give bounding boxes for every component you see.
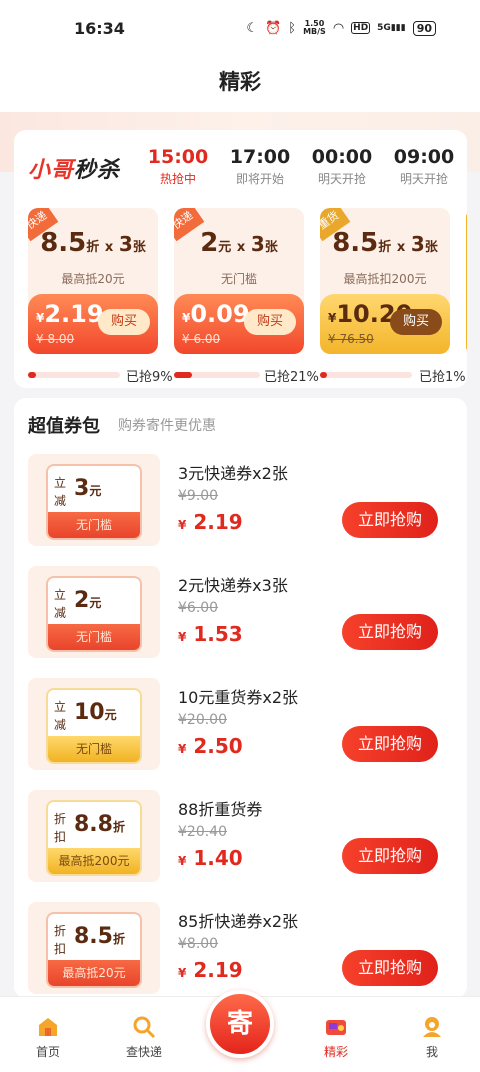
nav-featured[interactable]: 精彩 <box>296 1015 376 1060</box>
nav-me[interactable]: 我 <box>392 1015 472 1060</box>
card-offer: 8.5折 x 3张 <box>332 228 438 258</box>
battery-indicator: 90 <box>412 20 436 36</box>
card-old-price: ¥ 76.50 <box>328 332 374 346</box>
flash-sale-logo: 小哥秒杀 <box>28 158 121 183</box>
time-slot-3[interactable]: 00:00 明天开抢 <box>302 146 382 187</box>
coupon-name: 85折快递券x2张 <box>178 912 299 931</box>
card-limit: 无门槛 <box>220 272 257 286</box>
card-offer: 8.5折 x 3张 <box>40 228 146 258</box>
progress-bar-3 <box>320 372 412 378</box>
list-item: 立减 3元 无门槛 3元快递券x2张 ¥9.00 ¥ 2.19 立即抢购 <box>14 454 467 554</box>
list-item: 折扣 8.5折 最高抵20元 85折快递券x2张 ¥8.00 ¥ 2.19 立即… <box>14 902 467 998</box>
send-button[interactable]: 寄 <box>206 990 274 1058</box>
card-price: ¥2.19 <box>36 300 104 328</box>
progress-bar-2 <box>174 372 260 378</box>
coupon-package-panel: 超值券包 购券寄件更优惠 立减 3元 无门槛 3元快递券x2张 ¥9.00 ¥ … <box>14 398 467 998</box>
home-icon <box>39 1018 57 1036</box>
hd-badge: HD <box>351 22 371 34</box>
next-card-peek <box>466 214 467 350</box>
status-time: 16:34 <box>74 18 125 38</box>
nav-track[interactable]: 查快递 <box>104 1015 184 1060</box>
time-slot-2[interactable]: 17:00 即将开始 <box>220 146 300 187</box>
progress-bar-1 <box>28 372 120 378</box>
coupon-graphic: 折扣 8.5折 最高抵20元 <box>28 902 160 994</box>
flash-card-2[interactable]: 快递 2元 x 3张 无门槛 ¥0.09 ¥ 6.00 购买 <box>174 208 304 354</box>
buy-button[interactable]: 购买 <box>244 309 296 335</box>
wifi-icon: ◠ <box>332 20 345 36</box>
progress-label-3: 已抢1% <box>419 370 466 385</box>
status-icons: ☾ ⏰ ᛒ 1.50 MB/S ◠ HD 5G▮▮▮ 90 <box>246 20 436 36</box>
flash-sale-panel: 小哥秒杀 15:00 热抢中 17:00 即将开始 00:00 明天开抢 09:00 明… <box>14 130 467 388</box>
buy-button[interactable]: 购买 <box>98 309 150 335</box>
coupon-price: ¥ 2.50 <box>178 734 243 758</box>
coupon-name: 2元快递券x3张 <box>178 576 288 595</box>
list-item: 立减 10元 无门槛 10元重货券x2张 ¥20.00 ¥ 2.50 立即抢购 <box>14 678 467 778</box>
page-title: 精彩 <box>0 56 480 112</box>
flash-card-3[interactable]: 重货 8.5折 x 3张 最高抵扣200元 ¥10.20 ¥ 76.50 购买 <box>320 208 450 354</box>
signal-icon: 5G▮▮▮ <box>377 23 406 33</box>
coupon-name: 88折重货券 <box>178 800 263 819</box>
moon-icon: ☾ <box>246 20 259 36</box>
nav-home[interactable]: 首页 <box>8 1015 88 1060</box>
time-slot-1[interactable]: 15:00 热抢中 <box>138 146 218 187</box>
grab-button[interactable]: 立即抢购 <box>342 838 438 874</box>
coupon-name: 3元快递券x2张 <box>178 464 288 483</box>
progress-label-1: 已抢9% <box>126 370 173 385</box>
grab-button[interactable]: 立即抢购 <box>342 726 438 762</box>
buy-button[interactable]: 购买 <box>390 309 442 335</box>
coupon-name: 10元重货券x2张 <box>178 688 299 707</box>
grab-button[interactable]: 立即抢购 <box>342 614 438 650</box>
coupon-old-price: ¥9.00 <box>178 488 219 504</box>
coupon-old-price: ¥20.40 <box>178 824 227 840</box>
flash-card-1[interactable]: 快递 8.5折 x 3张 最高抵20元 ¥2.19 ¥ 8.00 购买 <box>28 208 158 354</box>
coupon-graphic: 立减 2元 无门槛 <box>28 566 160 658</box>
time-slot-4[interactable]: 09:00 明天开抢 <box>384 146 464 187</box>
coupon-price: ¥ 2.19 <box>178 510 243 534</box>
featured-icon <box>326 1020 346 1035</box>
coupon-old-price: ¥8.00 <box>178 936 219 952</box>
grab-button[interactable]: 立即抢购 <box>342 502 438 538</box>
user-icon <box>423 1017 441 1037</box>
section-title: 超值券包 <box>28 416 100 437</box>
grab-button[interactable]: 立即抢购 <box>342 950 438 986</box>
card-offer: 2元 x 3张 <box>200 228 278 258</box>
card-limit: 最高抵扣200元 <box>343 272 427 286</box>
network-speed: 1.50 MB/S <box>303 19 326 36</box>
card-old-price: ¥ 8.00 <box>36 332 75 346</box>
list-item: 折扣 8.8折 最高抵200元 88折重货券 ¥20.40 ¥ 1.40 立即抢… <box>14 790 467 890</box>
coupon-old-price: ¥6.00 <box>178 600 219 616</box>
coupon-price: ¥ 1.40 <box>178 846 243 870</box>
card-old-price: ¥ 6.00 <box>182 332 221 346</box>
section-subtitle: 购券寄件更优惠 <box>118 418 216 434</box>
search-icon <box>133 1016 156 1039</box>
bluetooth-icon: ᛒ <box>288 20 297 36</box>
status-bar: 16:34 ☾ ⏰ ᛒ 1.50 MB/S ◠ HD 5G▮▮▮ 90 <box>0 0 480 56</box>
alarm-icon: ⏰ <box>265 20 282 36</box>
list-item: 立减 2元 无门槛 2元快递券x3张 ¥6.00 ¥ 1.53 立即抢购 <box>14 566 467 666</box>
coupon-price: ¥ 1.53 <box>178 622 243 646</box>
coupon-graphic: 立减 3元 无门槛 <box>28 454 160 546</box>
card-limit: 最高抵20元 <box>61 272 125 286</box>
card-price: ¥0.09 <box>182 300 250 328</box>
coupon-graphic: 折扣 8.8折 最高抵200元 <box>28 790 160 882</box>
progress-label-2: 已抢21% <box>264 370 319 385</box>
coupon-old-price: ¥20.00 <box>178 712 227 728</box>
coupon-price: ¥ 2.19 <box>178 958 243 982</box>
coupon-graphic: 立减 10元 无门槛 <box>28 678 160 770</box>
